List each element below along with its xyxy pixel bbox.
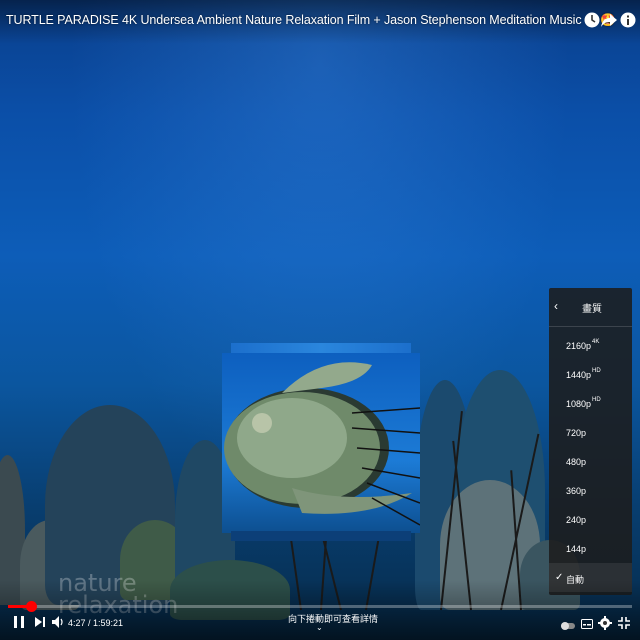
quality-option-144p[interactable]: 144p bbox=[549, 534, 632, 563]
clock-icon[interactable] bbox=[583, 11, 601, 29]
video-title[interactable]: TURTLE PARADISE 4K Undersea Ambient Natu… bbox=[6, 13, 616, 28]
quality-label: 240p bbox=[566, 515, 587, 525]
quality-label: 2160p bbox=[566, 341, 592, 351]
quality-badge: HD bbox=[592, 368, 601, 374]
quality-option-360p[interactable]: 360p bbox=[549, 476, 632, 505]
pause-button[interactable] bbox=[12, 614, 26, 635]
quality-option-1440p[interactable]: 1440pHD bbox=[549, 360, 632, 389]
autoplay-toggle-icon bbox=[561, 622, 575, 630]
quality-label: 1440p bbox=[566, 370, 592, 380]
chevron-left-icon[interactable]: ‹ bbox=[554, 299, 558, 313]
quality-menu: ‹ 畫質 2160p4K 1440pHD 1080pHD 720p 480p 3… bbox=[549, 288, 632, 595]
pause-icon bbox=[14, 616, 24, 628]
next-button[interactable] bbox=[33, 614, 47, 635]
gear-icon bbox=[598, 616, 612, 630]
progress-bar[interactable] bbox=[8, 601, 632, 612]
quality-badge: HD bbox=[592, 397, 601, 403]
top-overlay: TURTLE PARADISE 4K Undersea Ambient Natu… bbox=[0, 0, 640, 44]
quality-label: 144p bbox=[566, 544, 587, 554]
next-icon bbox=[35, 617, 45, 627]
thumbnail-bottom-strip bbox=[231, 531, 411, 541]
chevron-down-icon[interactable]: ⌄ bbox=[316, 623, 323, 632]
progress-scrubber[interactable] bbox=[26, 601, 38, 612]
volume-button[interactable] bbox=[51, 614, 65, 635]
fullscreen-exit-icon bbox=[618, 617, 630, 629]
quality-option-2160p[interactable]: 2160p4K bbox=[549, 331, 632, 360]
subtitles-button[interactable] bbox=[581, 617, 593, 635]
quality-label: 720p bbox=[566, 428, 587, 438]
quality-option-480p[interactable]: 480p bbox=[549, 447, 632, 476]
share-icon[interactable] bbox=[600, 11, 618, 29]
quality-menu-title: 畫質 bbox=[582, 304, 602, 315]
quality-option-1080p[interactable]: 1080pHD bbox=[549, 389, 632, 418]
quality-option-720p[interactable]: 720p bbox=[549, 418, 632, 447]
time-display: 4:27 / 1:59:21 bbox=[68, 618, 124, 628]
seek-preview-thumbnail bbox=[222, 353, 420, 533]
quality-label: 1080p bbox=[566, 399, 592, 409]
subtitles-icon bbox=[581, 619, 593, 629]
quality-menu-header[interactable]: ‹ 畫質 bbox=[549, 288, 632, 327]
turtle-image bbox=[224, 362, 420, 526]
info-icon[interactable] bbox=[619, 11, 637, 29]
quality-label: 360p bbox=[566, 486, 587, 496]
scroll-hint[interactable]: 向下捲動即可查看詳情 bbox=[288, 612, 378, 625]
settings-button[interactable] bbox=[598, 616, 612, 635]
autoplay-toggle[interactable] bbox=[561, 618, 575, 636]
quality-badge: 4K bbox=[592, 339, 600, 345]
fullscreen-exit-button[interactable] bbox=[617, 616, 631, 635]
volume-icon bbox=[52, 616, 63, 628]
quality-option-240p[interactable]: 240p bbox=[549, 505, 632, 534]
quality-label: 480p bbox=[566, 457, 587, 467]
